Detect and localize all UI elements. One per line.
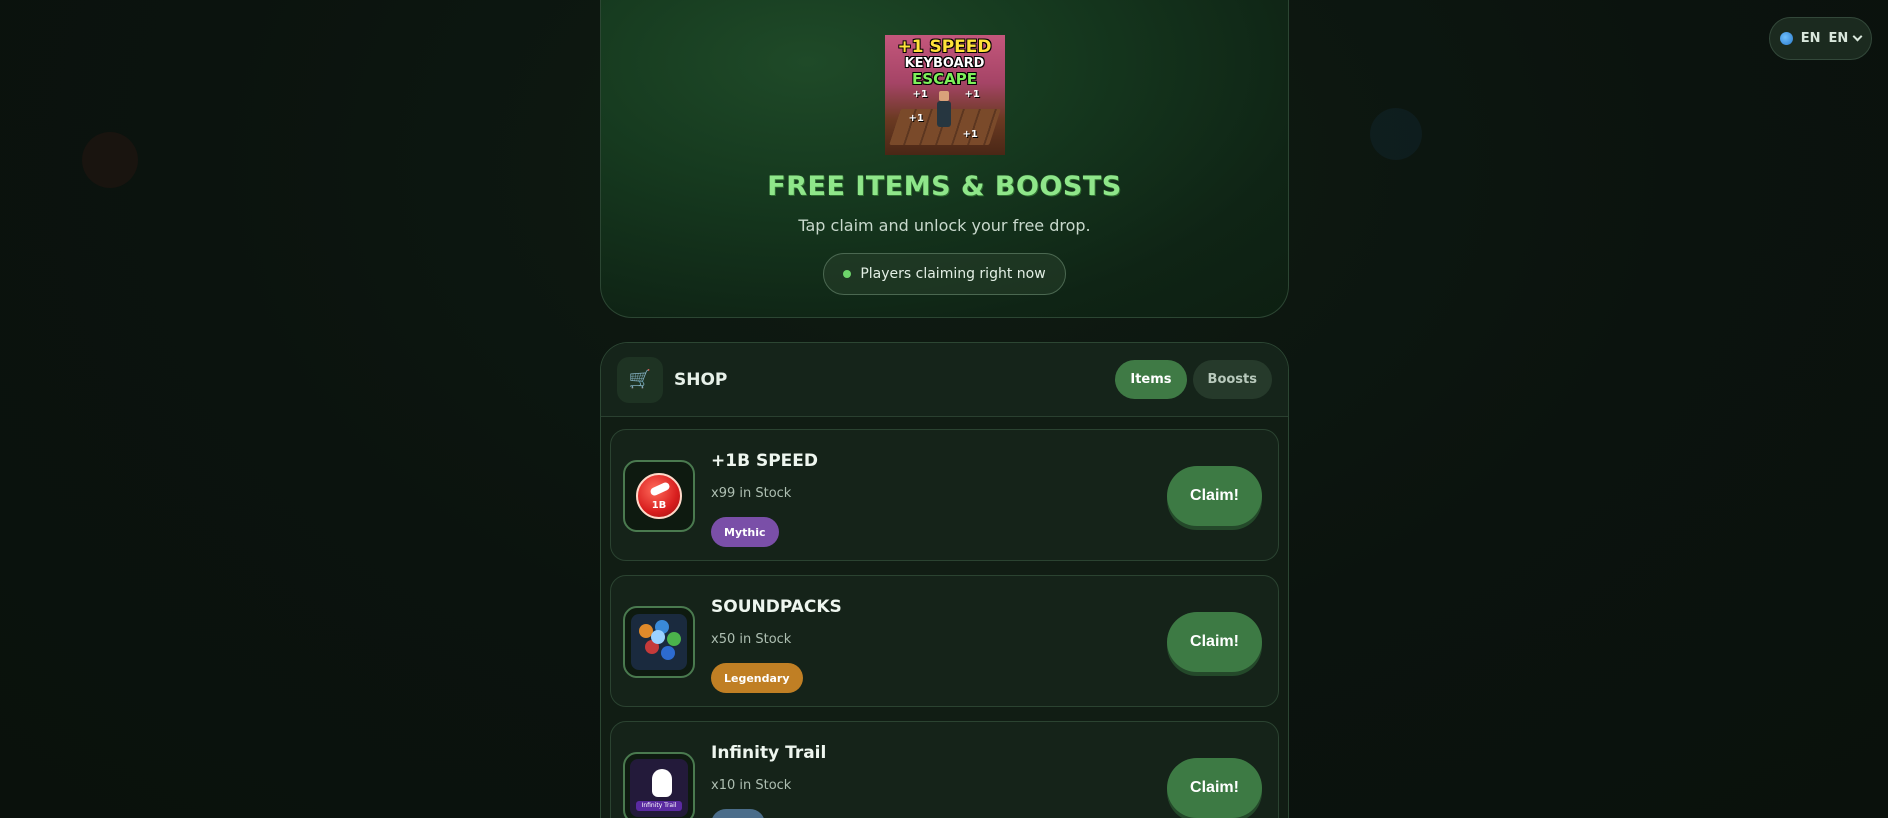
- hero-card: +1 SPEED KEYBOARD ESCAPE +1 +1 +1 +1 FRE…: [600, 0, 1289, 318]
- tab-boosts[interactable]: Boosts: [1192, 360, 1272, 399]
- soundpacks-icon: [623, 606, 695, 678]
- shop-item: 1B +1B SPEED x99 in Stock Mythic Claim!: [610, 429, 1279, 561]
- background-decoration-left: [82, 132, 138, 188]
- infinity-trail-icon: Infinity Trail: [623, 752, 695, 818]
- item-stock: x50 in Stock: [711, 632, 792, 647]
- background-decoration-right: [1370, 108, 1422, 160]
- speed-1b-icon-text: 1B: [651, 500, 667, 511]
- tab-items[interactable]: Items: [1115, 360, 1187, 399]
- cart-icon: 🛒: [617, 356, 663, 403]
- shop-header: 🛒 SHOP Items Boosts: [601, 343, 1288, 417]
- shop-card: 🛒 SHOP Items Boosts 1B +1B SPEED x99 in …: [600, 342, 1289, 818]
- live-dot-icon: [843, 270, 852, 278]
- live-status-text: Players claiming right now: [860, 266, 1046, 282]
- thumbnail-character: [936, 91, 951, 127]
- item-stock: x10 in Stock: [711, 778, 792, 793]
- hero-subtitle: Tap claim and unlock your free drop.: [798, 216, 1091, 235]
- language-selected: EN: [1828, 31, 1849, 46]
- claim-button[interactable]: Claim!: [1167, 466, 1262, 526]
- live-status-pill: Players claiming right now: [823, 253, 1066, 295]
- thumbnail-line-1: +1 SPEED: [897, 37, 992, 57]
- thumbnail-line-3: ESCAPE: [912, 70, 977, 88]
- thumbnail-plus-mark: +1: [962, 129, 978, 140]
- hero-title: FREE ITEMS & BOOSTS: [767, 171, 1122, 202]
- item-name: SOUNDPACKS: [711, 597, 842, 617]
- shop-title: SHOP: [674, 369, 728, 390]
- shop-tabs: Items Boosts: [1115, 360, 1272, 399]
- thumbnail-plus-mark: +1: [908, 113, 924, 124]
- item-stock: x99 in Stock: [711, 486, 792, 501]
- rarity-badge: [711, 809, 765, 818]
- item-name: +1B SPEED: [711, 451, 818, 471]
- thumbnail-line-2: KEYBOARD: [904, 56, 985, 71]
- claim-button[interactable]: Claim!: [1167, 612, 1262, 672]
- rarity-badge: Legendary: [711, 663, 803, 693]
- chevron-down-icon: [1852, 31, 1863, 42]
- language-selector[interactable]: EN EN: [1769, 17, 1872, 60]
- thumbnail-plus-mark: +1: [912, 89, 928, 100]
- globe-icon: [1779, 32, 1793, 45]
- shop-item: Infinity Trail Infinity Trail x10 in Sto…: [610, 721, 1279, 818]
- language-code: EN: [1800, 31, 1821, 46]
- item-name: Infinity Trail: [711, 743, 827, 763]
- claim-button[interactable]: Claim!: [1167, 758, 1262, 818]
- thumbnail-plus-mark: +1: [964, 89, 980, 100]
- infinity-trail-icon-text: Infinity Trail: [636, 801, 682, 811]
- game-thumbnail: +1 SPEED KEYBOARD ESCAPE +1 +1 +1 +1: [884, 35, 1005, 155]
- speed-1b-icon: 1B: [623, 460, 695, 532]
- rarity-badge: Mythic: [711, 517, 779, 547]
- shop-item: SOUNDPACKS x50 in Stock Legendary Claim!: [610, 575, 1279, 707]
